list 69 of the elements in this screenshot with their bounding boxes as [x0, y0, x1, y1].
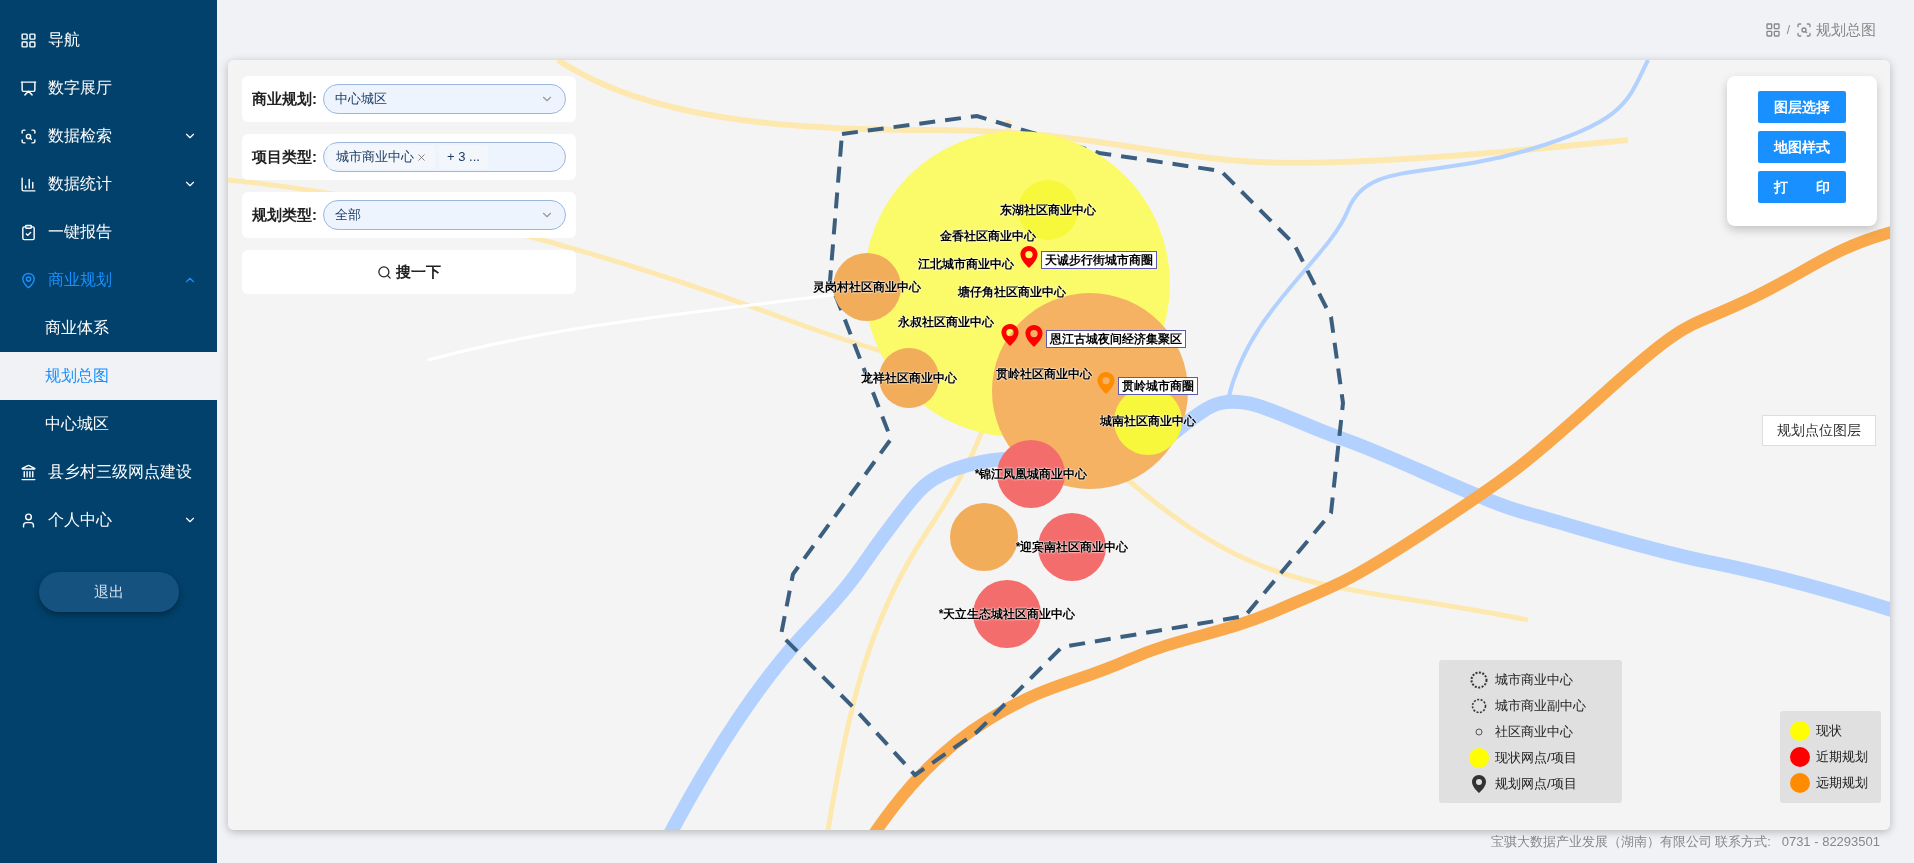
nav-icon	[20, 31, 37, 49]
area-label: 金香社区商业中心	[940, 228, 1036, 245]
nav-item[interactable]: 数据统计	[0, 160, 217, 208]
area-label: 东湖社区商业中心	[1000, 202, 1096, 219]
map-pin-icon[interactable]	[1001, 324, 1019, 346]
nav-subitem[interactable]: 中心城区	[0, 400, 217, 448]
marker-label: 贯岭城市商圈	[1118, 377, 1198, 395]
nav-icon	[20, 511, 37, 529]
grid-icon	[1764, 22, 1781, 38]
marker-label: 恩江古城夜间经济集聚区	[1046, 330, 1186, 348]
marker-label: 天诚步行街城市商圈	[1041, 251, 1157, 269]
nav-subitem[interactable]: 商业体系	[0, 304, 217, 352]
nav-label: 县乡村三级网点建设	[48, 462, 193, 482]
area-label: 城南社区商业中心	[1100, 413, 1196, 430]
nav-label: 数据检索	[48, 126, 113, 146]
nav-item[interactable]: 个人中心	[0, 496, 217, 544]
legend-label: 远期规划	[1816, 774, 1868, 793]
area-label: 贯岭社区商业中心	[996, 366, 1092, 383]
multi-select-field[interactable]: 城市商业中心 + 3 ...	[323, 142, 566, 172]
ring-icon	[1475, 727, 1483, 736]
legend-label: 社区商业中心	[1495, 722, 1573, 741]
nav-label: 导航	[48, 30, 81, 50]
grid-search-icon	[1796, 22, 1812, 38]
legend-label: 近期规划	[1816, 748, 1868, 767]
nav-item[interactable]: 一键报告	[0, 208, 217, 256]
nav-label: 数字展厅	[48, 78, 113, 98]
search-button[interactable]: 搜一下	[242, 250, 576, 294]
more-tag[interactable]: + 3 ...	[439, 145, 488, 169]
tag[interactable]: 城市商业中心	[328, 145, 435, 169]
nav-icon	[20, 175, 37, 193]
close-icon[interactable]	[416, 151, 427, 163]
nav-item[interactable]: 数字展厅	[0, 64, 217, 112]
dashed-ring-icon	[1471, 697, 1487, 714]
legend-label: 规划网点/项目	[1495, 774, 1577, 793]
filter-label: 规划类型:	[252, 204, 317, 225]
area-label: 永叔社区商业中心	[898, 314, 994, 331]
dot-icon	[1469, 747, 1489, 768]
filter-label: 项目类型:	[252, 146, 317, 167]
legend-label: 城市商业中心	[1495, 670, 1573, 689]
layer-toggle-button[interactable]: 规划点位图层	[1762, 415, 1876, 446]
nav-label: 个人中心	[48, 510, 113, 530]
nav-item[interactable]: 县乡村三级网点建设	[0, 448, 217, 496]
legend-label: 现状	[1816, 722, 1842, 741]
search-icon	[377, 264, 392, 280]
nav-item[interactable]: 数据检索	[0, 112, 217, 160]
map-pin-icon[interactable]	[1020, 246, 1038, 268]
area-label: 塘仔角社区商业中心	[958, 284, 1066, 301]
nav-icon	[20, 271, 37, 289]
nav-label: 数据统计	[48, 174, 113, 194]
select-field[interactable]: 全部	[323, 200, 566, 230]
select-field[interactable]: 中心城区	[323, 84, 566, 114]
dashed-ring-icon	[1470, 670, 1488, 689]
nav-icon	[20, 127, 37, 145]
map-pin-icon[interactable]	[1025, 325, 1043, 347]
nav-label: 一键报告	[48, 222, 113, 242]
logout-button[interactable]: 退出	[38, 572, 179, 612]
filter-label: 商业规划:	[252, 88, 317, 109]
area-label: 江北城市商业中心	[918, 256, 1014, 273]
legend-label: 城市商业副中心	[1495, 696, 1586, 715]
breadcrumb-separator: /	[1786, 22, 1790, 39]
area-label: *锦江凤凰城商业中心	[974, 466, 1088, 483]
legend-label: 现状网点/项目	[1495, 748, 1577, 767]
footer-text: 宝骐大数据产业发展（湖南）有限公司 联系方式: 0731 - 82293501	[1490, 833, 1880, 851]
map-pin-icon	[1472, 774, 1486, 793]
nav-icon	[20, 79, 37, 97]
nav-label: 商业规划	[48, 270, 113, 290]
nav-icon	[20, 463, 37, 481]
nav-item[interactable]: 导航	[0, 16, 217, 64]
nav-icon	[20, 223, 37, 241]
